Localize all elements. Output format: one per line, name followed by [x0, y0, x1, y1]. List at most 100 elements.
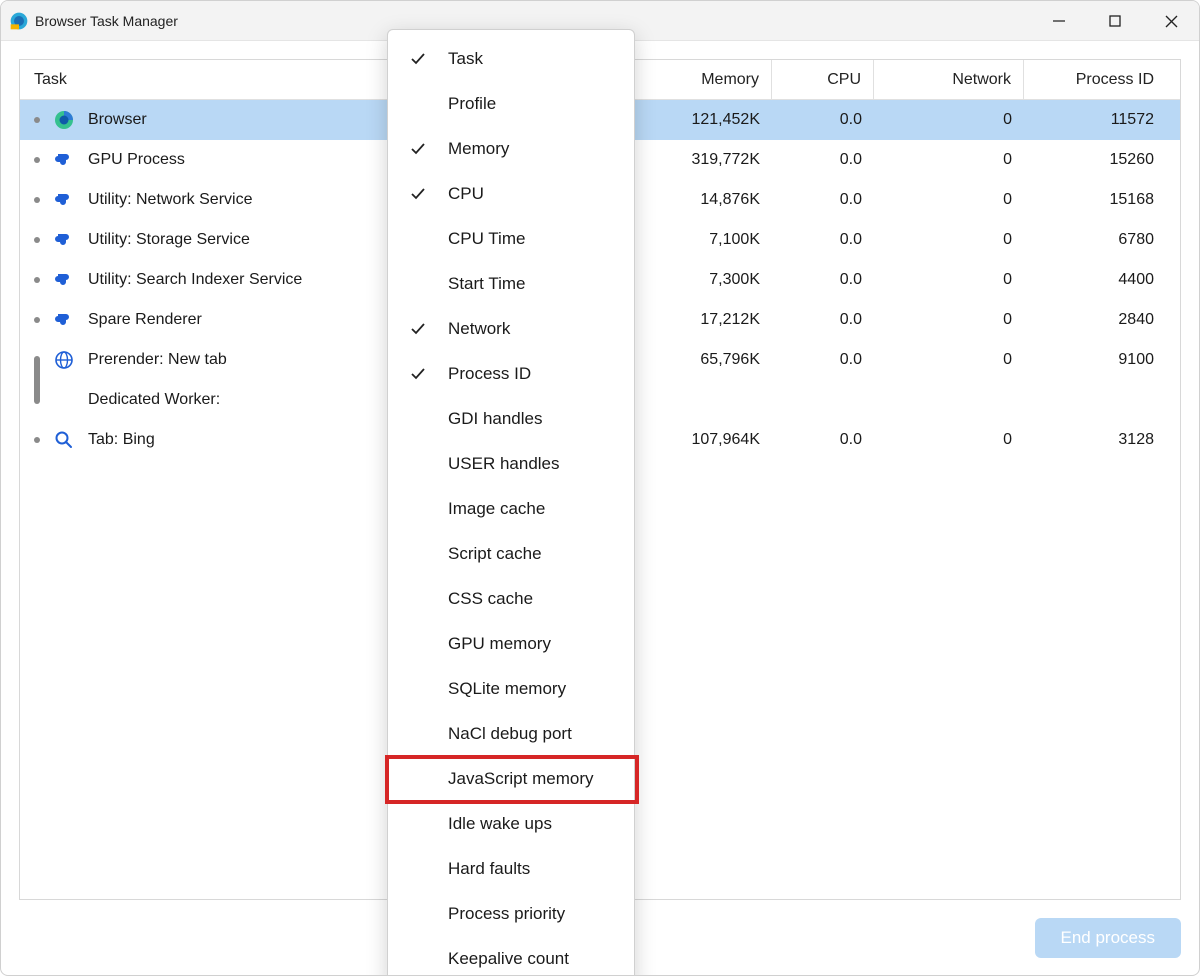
context-menu-item[interactable]: Hard faults — [388, 846, 634, 891]
context-menu-item[interactable]: USER handles — [388, 441, 634, 486]
context-menu-label: NaCl debug port — [448, 724, 634, 744]
ext-icon — [54, 230, 74, 250]
context-menu-item[interactable]: Network — [388, 306, 634, 351]
row-bullet — [34, 237, 40, 243]
cell-memory: 107,964K — [634, 431, 772, 449]
cell-cpu: 0.0 — [772, 111, 874, 129]
context-menu-item[interactable]: SQLite memory — [388, 666, 634, 711]
edge-icon — [54, 110, 74, 130]
task-label: Spare Renderer — [88, 311, 202, 329]
cell-cpu: 0.0 — [772, 271, 874, 289]
ext-icon — [54, 270, 74, 290]
context-menu-label: CPU Time — [448, 229, 634, 249]
context-menu-item[interactable]: Task — [388, 36, 634, 81]
context-menu-label: USER handles — [448, 454, 634, 474]
context-menu-label: Image cache — [448, 499, 634, 519]
cell-memory: 14,876K — [634, 191, 772, 209]
check-icon — [388, 185, 448, 203]
ext-icon — [54, 150, 74, 170]
ext-icon — [54, 310, 74, 330]
cell-network: 0 — [874, 351, 1024, 369]
column-pid[interactable]: Process ID — [1024, 60, 1176, 99]
context-menu-item[interactable]: Image cache — [388, 486, 634, 531]
context-menu-item[interactable]: CSS cache — [388, 576, 634, 621]
context-menu-item[interactable]: Process ID — [388, 351, 634, 396]
cell-pid: 4400 — [1024, 271, 1176, 289]
context-menu-item[interactable]: Process priority — [388, 891, 634, 936]
task-label: Prerender: New tab — [88, 351, 227, 369]
ext-icon — [54, 190, 74, 210]
cell-cpu: 0.0 — [772, 191, 874, 209]
column-context-menu: Task Profile Memory CPU CPU Time Start Time Ne… — [387, 29, 635, 976]
cell-network: 0 — [874, 111, 1024, 129]
context-menu-item[interactable]: Idle wake ups — [388, 801, 634, 846]
check-icon — [388, 365, 448, 383]
row-bullet — [34, 157, 40, 163]
context-menu-item[interactable]: Keepalive count — [388, 936, 634, 976]
row-bullet — [34, 437, 40, 443]
globe-icon — [54, 350, 74, 370]
task-label: GPU Process — [88, 151, 185, 169]
cell-memory: 121,452K — [634, 111, 772, 129]
check-icon — [388, 320, 448, 338]
context-menu-label: Hard faults — [448, 859, 634, 879]
minimize-button[interactable] — [1031, 1, 1087, 41]
row-bullet — [34, 197, 40, 203]
cell-network: 0 — [874, 151, 1024, 169]
window-controls — [1031, 1, 1199, 41]
context-menu-item[interactable]: GDI handles — [388, 396, 634, 441]
context-menu-label: Start Time — [448, 274, 634, 294]
close-button[interactable] — [1143, 1, 1199, 41]
cell-cpu: 0.0 — [772, 311, 874, 329]
cell-pid: 3128 — [1024, 431, 1176, 449]
check-icon — [388, 50, 448, 68]
context-menu-item[interactable]: Profile — [388, 81, 634, 126]
context-menu-label: Script cache — [448, 544, 634, 564]
row-bullet — [34, 277, 40, 283]
cell-memory: 65,796K — [634, 351, 772, 369]
task-label: Utility: Network Service — [88, 191, 252, 209]
cell-cpu: 0.0 — [772, 431, 874, 449]
context-menu-label: CPU — [448, 184, 634, 204]
context-menu-label: SQLite memory — [448, 679, 634, 699]
search-icon — [54, 430, 74, 450]
column-cpu[interactable]: CPU — [772, 60, 874, 99]
cell-pid: 9100 — [1024, 351, 1176, 369]
context-menu-label: GPU memory — [448, 634, 634, 654]
check-icon — [388, 140, 448, 158]
cell-pid: 15260 — [1024, 151, 1176, 169]
context-menu-item[interactable]: GPU memory — [388, 621, 634, 666]
context-menu-label: Idle wake ups — [448, 814, 634, 834]
context-menu-item[interactable]: CPU Time — [388, 216, 634, 261]
context-menu-label: CSS cache — [448, 589, 634, 609]
column-memory[interactable]: Memory — [634, 60, 772, 99]
task-label: Utility: Storage Service — [88, 231, 250, 249]
cell-pid: 2840 — [1024, 311, 1176, 329]
context-menu-label: Profile — [448, 94, 634, 114]
row-bullet — [34, 117, 40, 123]
context-menu-item[interactable]: Memory — [388, 126, 634, 171]
context-menu-label: Task — [448, 49, 634, 69]
context-menu-item[interactable]: NaCl debug port — [388, 711, 634, 756]
context-menu-label: GDI handles — [448, 409, 634, 429]
context-menu-item[interactable]: Script cache — [388, 531, 634, 576]
cell-cpu: 0.0 — [772, 151, 874, 169]
maximize-button[interactable] — [1087, 1, 1143, 41]
cell-network: 0 — [874, 311, 1024, 329]
cell-network: 0 — [874, 431, 1024, 449]
context-menu-label: Network — [448, 319, 634, 339]
context-menu-item[interactable]: JavaScript memory — [388, 756, 634, 801]
task-label: Dedicated Worker: — [88, 391, 220, 409]
cell-pid: 6780 — [1024, 231, 1176, 249]
context-menu-label: JavaScript memory — [448, 769, 634, 789]
task-label: Browser — [88, 111, 147, 129]
app-icon — [9, 11, 29, 31]
cell-pid: 11572 — [1024, 111, 1176, 129]
context-menu-item[interactable]: CPU — [388, 171, 634, 216]
cell-memory: 17,212K — [634, 311, 772, 329]
task-label: Utility: Search Indexer Service — [88, 271, 302, 289]
group-bar — [34, 356, 40, 404]
column-network[interactable]: Network — [874, 60, 1024, 99]
end-process-button[interactable]: End process — [1035, 918, 1182, 958]
context-menu-item[interactable]: Start Time — [388, 261, 634, 306]
